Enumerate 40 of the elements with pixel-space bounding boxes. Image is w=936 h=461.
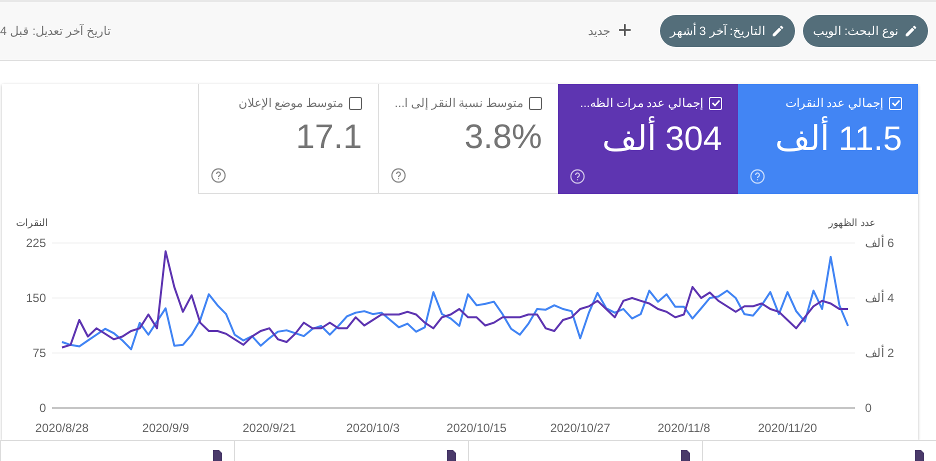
axis-label: 2020/9/9 xyxy=(142,421,189,435)
metric-value: 11.5 ألف xyxy=(750,118,902,159)
axis-label: 2020/10/27 xyxy=(550,421,610,435)
axis-label: 4 ألف xyxy=(865,291,894,305)
checkbox[interactable] xyxy=(349,96,362,110)
metric-value: 304 ألف xyxy=(570,118,722,159)
pencil-icon xyxy=(904,24,918,38)
axis-label: 2 ألف xyxy=(865,346,894,360)
checkbox[interactable] xyxy=(529,96,542,110)
axis-label: 2020/9/21 xyxy=(242,421,296,435)
axis-label: 2020/11/8 xyxy=(658,421,710,435)
axis-label: 6 ألف xyxy=(865,236,894,250)
file-icon xyxy=(915,450,924,461)
help-icon[interactable] xyxy=(391,168,406,183)
metric-value: 3.8% xyxy=(464,118,542,157)
axis-label: 225 xyxy=(26,236,46,250)
axis-title: النقرات xyxy=(16,218,48,229)
axis-label: 0 xyxy=(865,401,872,415)
metric-label: متوسط نسبة النقر إلى ا... xyxy=(394,96,523,110)
pencil-icon xyxy=(770,24,785,38)
axis-label: 2020/11/20 xyxy=(758,421,818,435)
last-modified-text: تاريخ آخر تعديل: قبل 4 xyxy=(0,24,110,38)
metric-label: متوسط موضع الإعلان xyxy=(238,96,343,110)
axis-title: عدد الظهور xyxy=(828,218,876,229)
axis-label: 2020/8/28 xyxy=(35,421,89,435)
filter-chip[interactable]: نوع البحث: الويب xyxy=(802,15,928,47)
help-icon[interactable] xyxy=(211,168,226,183)
metric-label: إجمالي عدد النقرات xyxy=(785,96,883,110)
axis-label: 2020/10/15 xyxy=(446,421,507,435)
axis-label: 0 xyxy=(39,401,46,415)
axis-label: 2020/10/3 xyxy=(346,421,400,435)
file-icon xyxy=(213,450,222,461)
new-filter-button[interactable]: + جديد xyxy=(584,19,636,43)
axis-label: 75 xyxy=(32,346,46,360)
axis-label: 150 xyxy=(26,291,46,305)
filter-chip[interactable]: التاريخ: آخر 3 أشهر xyxy=(660,15,795,47)
metric-value: 17.1 xyxy=(294,118,362,157)
metric-label: إجمالي عدد مرات الظه... xyxy=(580,96,703,110)
file-icon xyxy=(681,450,690,461)
file-icon xyxy=(447,450,456,461)
